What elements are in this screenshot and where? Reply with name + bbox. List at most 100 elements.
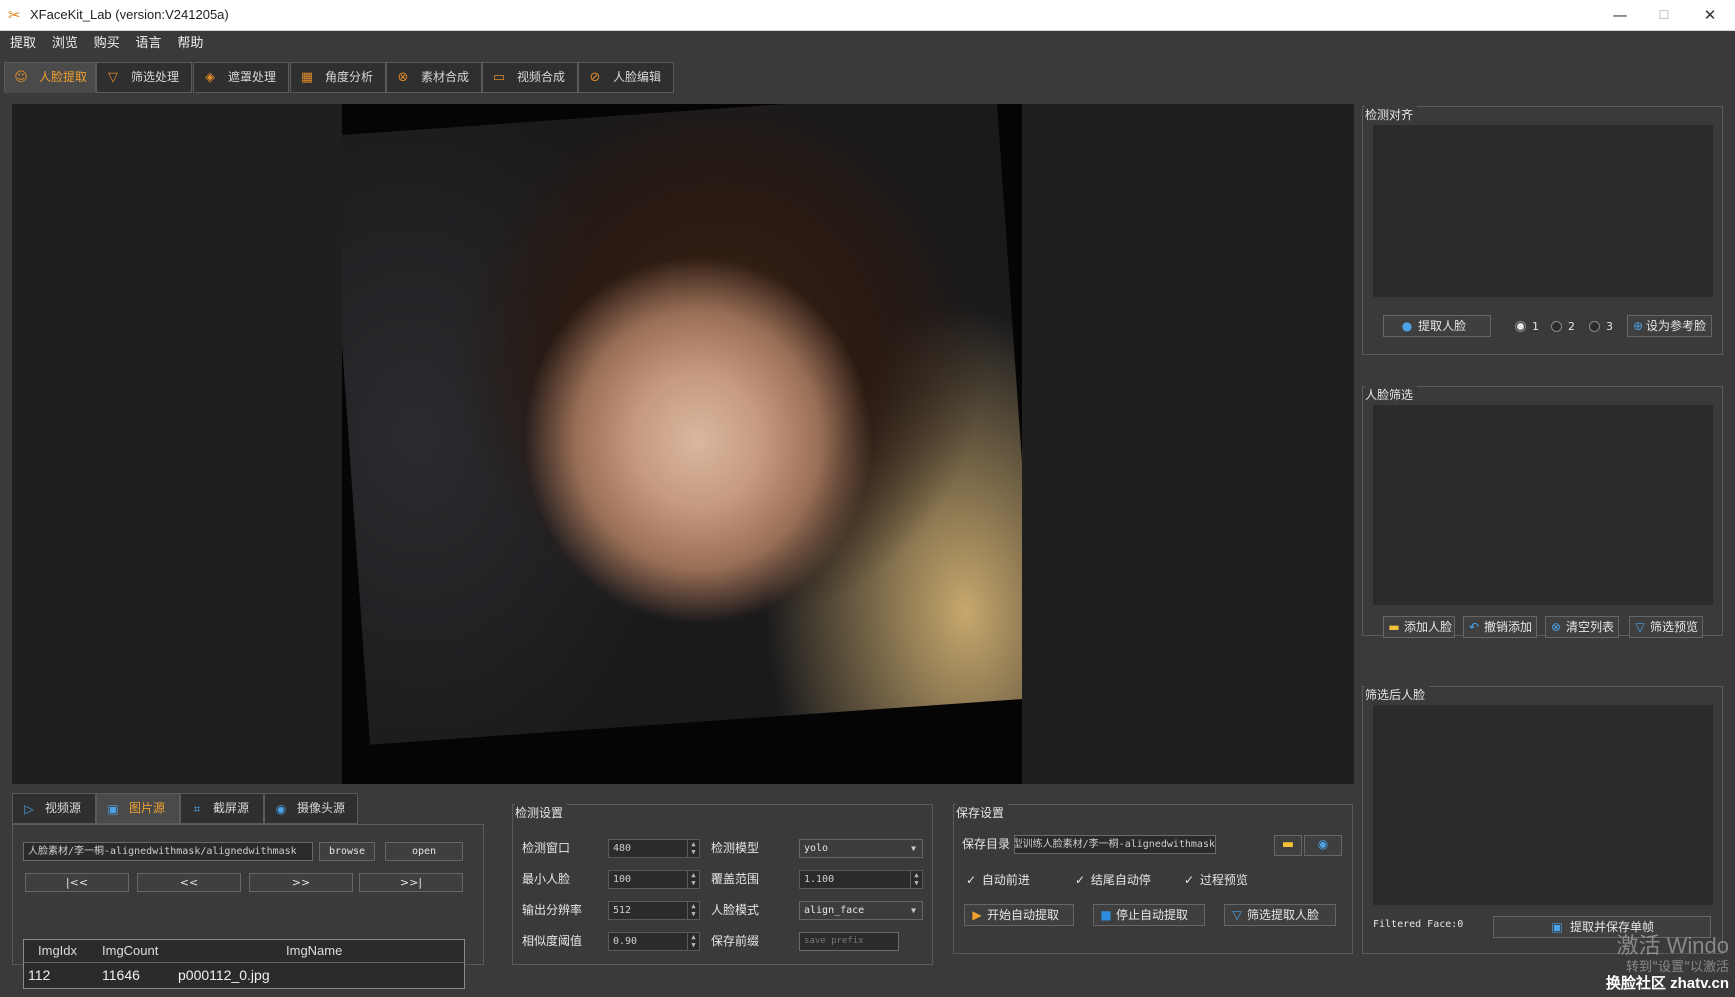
source-panel: ▷ 视频源 ▣ 图片源 ⌗ 截屏源 ◉ 摄像头源 人脸素材/李一桐-alignedwit… [12,793,484,989]
tab-video-merge[interactable]: ▭ 视频合成 [482,62,578,93]
browse-button[interactable]: browse [319,842,375,861]
spin-arrows-icon[interactable]: ▲ ▼ [687,902,699,919]
cell-imgidx: 112 [28,967,51,983]
checkmark-icon: ✓ [1184,873,1195,887]
filter-extract-face-button[interactable]: ▽ 筛选提取人脸 [1224,904,1336,926]
spin-arrows-icon[interactable]: ▲ ▼ [910,871,922,888]
preview-frame [342,104,1022,784]
dropdown-arrow-icon: ▼ [911,844,916,853]
detect-settings-title: 检测设置 [515,804,568,821]
open-button[interactable]: open [385,842,463,861]
filter-preview-button[interactable]: ▽ 筛选预览 [1629,616,1703,638]
title-bar: ✂ XFaceKit_Lab (version:V241205a) — ☐ ✕ [0,0,1735,31]
face-icon: ☺ [14,70,28,85]
radio-option-3[interactable]: 3 [1589,319,1613,335]
edit-icon: ⊘ [589,70,601,85]
header-divider [24,962,464,963]
tab-filter-process[interactable]: ▽ 筛选处理 [96,62,192,93]
minimize-button[interactable]: — [1598,3,1642,27]
save-prefix-input[interactable]: save prefix [799,932,899,951]
extract-face-button[interactable]: ● 提取人脸 [1383,315,1491,337]
maximize-button[interactable]: ☐ [1642,3,1686,27]
stop-auto-extract-button[interactable]: ■ 停止自动提取 [1093,904,1205,926]
detect-window-spinner[interactable]: 480 ▲ ▼ [608,839,700,858]
menu-help[interactable]: 帮助 [171,31,209,57]
radio-option-1[interactable]: 1 [1515,319,1539,335]
camera-icon: ◉ [275,802,287,816]
similarity-spinner[interactable]: 0.90 ▲ ▼ [608,932,700,951]
video-icon: ▷ [24,802,34,816]
save-settings-group: 保存设置 保存目录 d/模型训练人脸素材/李一桐-alignedwithmask… [953,804,1353,954]
tab-angle-analysis[interactable]: ▦ 角度分析 [290,62,386,93]
tab-screen-source[interactable]: ⌗ 截屏源 [180,793,264,824]
tab-video-source[interactable]: ▷ 视频源 [12,793,96,824]
tab-face-edit[interactable]: ⊘ 人脸编辑 [578,62,674,93]
align-panel: 检测对齐 ● 提取人脸 1 2 3 ⊕ 设为参考脸 [1362,106,1723,355]
menu-browse[interactable]: 浏览 [46,31,84,57]
spin-arrows-icon[interactable]: ▲ ▼ [687,840,699,857]
menu-buy[interactable]: 购买 [88,31,126,57]
menu-language[interactable]: 语言 [130,31,168,57]
filter-list-pane [1373,405,1713,605]
close-button[interactable]: ✕ [1688,3,1732,27]
set-reference-face-button[interactable]: ⊕ 设为参考脸 [1627,315,1712,337]
source-box: 人脸素材/李一桐-alignedwithmask/alignedwithmask… [12,824,484,989]
tab-mask-process[interactable]: ◈ 遮罩处理 [193,62,289,93]
view-button[interactable]: ◉ [1304,835,1342,856]
start-auto-extract-button[interactable]: ▶ 开始自动提取 [964,904,1074,926]
label-resolution: 输出分辨率 [522,903,583,917]
label-face-mode: 人脸模式 [711,903,760,917]
add-face-button[interactable]: ▬ 添加人脸 [1383,616,1455,638]
header-imgcount: ImgCount [102,943,159,958]
label-save-prefix: 保存前缀 [711,934,760,948]
mask-icon: ◈ [205,70,215,85]
filter-panel: 人脸筛选 ▬ 添加人脸 ↶ 撤销添加 ⊗ 清空列表 ▽ 筛选预览 [1362,386,1723,638]
first-image-button[interactable]: |<< [25,873,129,892]
tab-face-extract[interactable]: ☺ 人脸提取 [4,62,96,93]
label-save-dir: 保存目录 [962,837,1011,851]
stop-icon: ■ [1100,908,1112,922]
grid-icon: ▦ [300,70,314,85]
folder-icon: ▬ [1281,837,1295,852]
checkmark-icon: ✓ [966,873,977,887]
align-preview-pane [1373,125,1713,297]
menu-extract[interactable]: 提取 [4,31,42,57]
tab-camera-source[interactable]: ◉ 摄像头源 [264,793,358,824]
merge-icon: ⊗ [397,70,409,85]
filtered-panel: 筛选后人脸 Filtered Face:0 ▣ 提取并保存单帧 [1362,686,1723,954]
prev-image-button[interactable]: << [137,873,241,892]
detect-model-select[interactable]: yolo ▼ [799,839,923,858]
user-icon: ● [1401,319,1413,333]
plus-icon: ⊕ [1632,319,1644,333]
min-face-spinner[interactable]: 100 ▲ ▼ [608,870,700,889]
tab-material-merge[interactable]: ⊗ 素材合成 [386,62,482,93]
play-icon: ▶ [972,908,982,922]
check-auto-stop[interactable]: ✓ 结尾自动停 [1075,871,1151,889]
resolution-spinner[interactable]: 512 ▲ ▼ [608,901,700,920]
save-dir-input[interactable]: d/模型训练人脸素材/李一桐-alignedwithmask [1014,835,1216,854]
label-similarity: 相似度阈值 [522,934,583,948]
undo-add-button[interactable]: ↶ 撤销添加 [1463,616,1537,638]
folder-button[interactable]: ▬ [1274,835,1302,856]
header-imgidx: ImgIdx [38,943,78,958]
tab-image-source[interactable]: ▣ 图片源 [96,793,180,824]
spin-arrows-icon[interactable]: ▲ ▼ [687,933,699,950]
check-auto-advance[interactable]: ✓ 自动前进 [966,871,1030,889]
image-info-table: ImgIdx ImgCount ImgName 112 11646 p00011… [23,939,465,989]
clear-list-button[interactable]: ⊗ 清空列表 [1545,616,1619,638]
face-photo [342,104,1022,745]
label-detect-window: 检测窗口 [522,841,571,855]
next-image-button[interactable]: >> [249,873,353,892]
last-image-button[interactable]: >>| [359,873,463,892]
undo-icon: ↶ [1468,620,1480,634]
source-path-input[interactable]: 人脸素材/李一桐-alignedwithmask/alignedwithmask [23,842,313,861]
filter-icon: ▽ [1635,620,1645,634]
crop-icon: ⌗ [193,802,201,816]
face-mode-select[interactable]: align_face ▼ [799,901,923,920]
coverage-spinner[interactable]: 1.100 ▲ ▼ [799,870,923,889]
radio-option-2[interactable]: 2 [1551,319,1575,335]
filtered-face-count: Filtered Face:0 [1373,919,1464,930]
check-process-preview[interactable]: ✓ 过程预览 [1184,871,1248,889]
folder-icon: ▬ [1388,620,1400,634]
spin-arrows-icon[interactable]: ▲ ▼ [687,871,699,888]
